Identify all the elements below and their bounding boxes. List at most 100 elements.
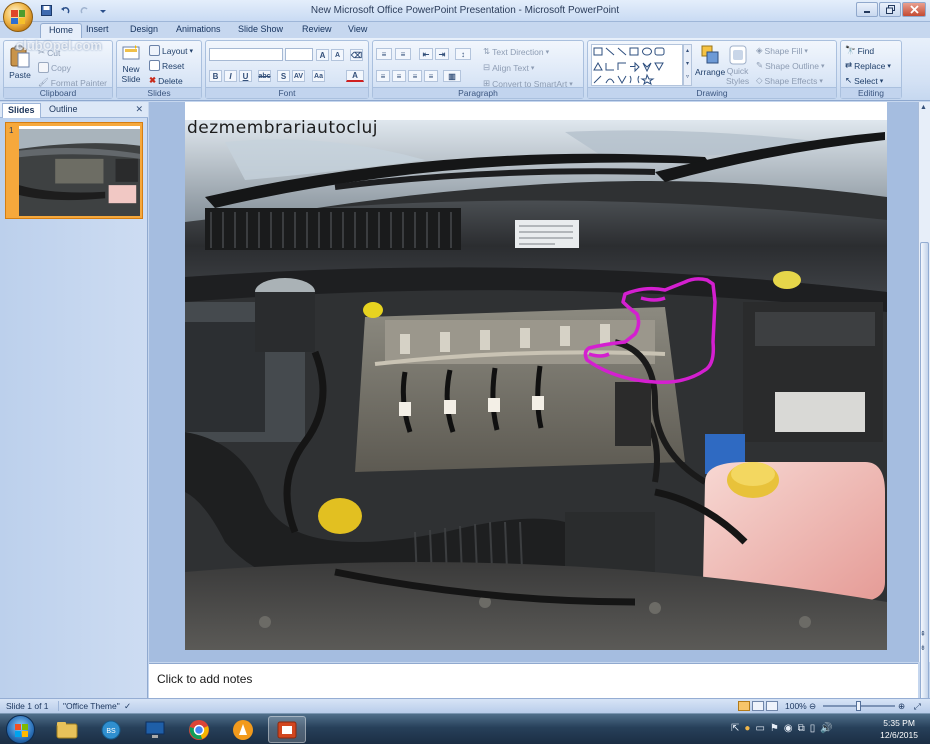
explorer-taskbar-icon[interactable] — [48, 716, 86, 743]
battery-tray-icon[interactable]: ▯ — [810, 723, 816, 734]
powerpoint-taskbar-icon[interactable] — [268, 716, 306, 743]
reset-icon — [149, 60, 160, 71]
display-tray-icon[interactable]: ▭ — [755, 723, 764, 734]
reset-label: Reset — [162, 60, 185, 71]
media-taskbar-icon[interactable]: BS — [92, 716, 130, 743]
antivirus-tray-icon[interactable]: ● — [744, 723, 750, 734]
zoom-slider[interactable] — [823, 701, 895, 711]
layout-label: Layout — [162, 45, 188, 56]
vlc-taskbar-icon[interactable] — [224, 716, 262, 743]
scroll-up-icon[interactable]: ▲ — [920, 104, 927, 111]
shape-outline-button[interactable]: ✎ Shape Outline ▾ — [756, 60, 825, 71]
tab-view[interactable]: View — [340, 23, 375, 38]
close-pane-icon[interactable]: ✕ — [135, 104, 143, 115]
start-button[interactable] — [6, 715, 35, 744]
theme-status[interactable]: "Office Theme" — [58, 701, 120, 711]
prev-slide-icon[interactable]: ⇞ — [920, 630, 926, 638]
align-right-button[interactable]: ≡ — [408, 70, 422, 82]
slide-caption[interactable]: dezmembrariautocluj — [187, 118, 378, 138]
windows-taskbar: BS ⇱ ● ▭ ⚑ ◉ ⧉ ▯ 🔊 5:35 PM 12/6/2015 — [0, 713, 930, 744]
decrease-indent-button[interactable]: ⇤ — [419, 48, 433, 60]
replace-button[interactable]: ⇄ Replace ▾ — [845, 60, 891, 71]
shape-outline-label: Shape Outline — [765, 60, 819, 71]
monitor-tray-icon[interactable]: ⧉ — [798, 723, 805, 734]
new-slide-button[interactable]: New Slide — [120, 44, 142, 84]
remote-desktop-taskbar-icon[interactable] — [136, 716, 174, 743]
align-center-button[interactable]: ≡ — [392, 70, 406, 82]
tab-review[interactable]: Review — [294, 23, 340, 38]
justify-button[interactable]: ≡ — [424, 70, 438, 82]
shapes-scroll[interactable]: ▴ ▾ ▿ — [683, 44, 692, 86]
tab-slides[interactable]: Slides — [2, 103, 41, 118]
slide-canvas[interactable]: dezmembrariautocluj — [185, 102, 887, 650]
spelling-check-icon[interactable]: ✓ — [124, 701, 131, 712]
columns-button[interactable]: ▥ — [443, 70, 461, 82]
align-left-button[interactable]: ≡ — [376, 70, 390, 82]
reset-button[interactable]: Reset — [149, 60, 184, 71]
line-spacing-button[interactable]: ↕ — [455, 48, 471, 60]
tab-animations[interactable]: Animations — [168, 23, 229, 38]
change-case-button[interactable]: Aa — [312, 70, 325, 82]
shrink-font-button[interactable]: A — [331, 49, 344, 61]
underline-button[interactable]: U — [239, 70, 252, 82]
numbering-button[interactable]: ≡ — [395, 48, 411, 60]
slide-thumbnail-1[interactable]: 1 — [5, 122, 143, 219]
replace-label: Replace — [854, 60, 886, 71]
system-clock[interactable]: 5:35 PM 12/6/2015 — [880, 717, 918, 741]
italic-button[interactable]: I — [224, 70, 237, 82]
shapes-gallery[interactable] — [591, 44, 683, 86]
clear-formatting-button[interactable]: ⌫ — [350, 49, 363, 61]
zoom-level[interactable]: 100% — [785, 701, 807, 711]
strikethrough-button[interactable]: abc — [258, 70, 271, 82]
font-size-box[interactable] — [285, 48, 313, 61]
slide-scrollbar[interactable]: ▲ ⇞ ⇟ — [918, 102, 930, 702]
normal-view-icon[interactable] — [738, 701, 750, 711]
slide-count-status: Slide 1 of 1 — [6, 701, 49, 711]
increase-indent-button[interactable]: ⇥ — [435, 48, 449, 60]
clipboard-group-label: Clipboard — [4, 87, 112, 98]
zoom-in-icon[interactable]: ⊕ — [898, 701, 905, 712]
next-slide-icon[interactable]: ⇟ — [920, 644, 926, 652]
character-spacing-button[interactable]: AV — [292, 70, 305, 82]
restore-button[interactable] — [879, 2, 901, 17]
quick-styles-button[interactable]: Quick Styles — [726, 44, 749, 86]
new-slide-label-2: Slide — [121, 74, 141, 84]
tab-insert[interactable]: Insert — [78, 23, 117, 38]
arrow-tray-icon[interactable]: ⇱ — [731, 723, 739, 734]
close-button[interactable] — [902, 2, 926, 17]
layout-button[interactable]: Layout ▾ — [149, 45, 193, 56]
bullets-button[interactable]: ≡ — [376, 48, 392, 60]
select-button[interactable]: ↖ Select ▾ — [845, 75, 883, 86]
office-button[interactable] — [3, 2, 33, 32]
tab-design[interactable]: Design — [122, 23, 166, 38]
shape-fill-button[interactable]: ◈ Shape Fill ▾ — [756, 45, 808, 56]
font-name-box[interactable] — [209, 48, 283, 61]
grow-font-button[interactable]: A — [316, 49, 329, 61]
network-tray-icon[interactable]: ◉ — [784, 723, 793, 734]
tab-slide-show[interactable]: Slide Show — [230, 23, 291, 38]
zoom-out-icon[interactable]: ⊖ — [809, 701, 816, 712]
find-button[interactable]: 🔭 Find — [845, 45, 874, 56]
chrome-taskbar-icon[interactable] — [180, 716, 218, 743]
tab-home[interactable]: Home — [40, 23, 83, 38]
fit-to-window-icon[interactable]: ⤢ — [914, 701, 921, 712]
slide-show-view-icon[interactable] — [766, 701, 778, 711]
shadow-button[interactable]: S — [277, 70, 290, 82]
minimize-button[interactable] — [856, 2, 878, 17]
window-title: New Microsoft Office PowerPoint Presenta… — [310, 5, 620, 16]
copy-button[interactable]: Copy — [38, 62, 71, 73]
slide-sorter-icon[interactable] — [752, 701, 764, 711]
tab-outline[interactable]: Outline — [44, 103, 83, 118]
shape-effects-button[interactable]: ◇ Shape Effects ▾ — [756, 75, 823, 86]
volume-tray-icon[interactable]: 🔊 — [820, 723, 832, 734]
bold-button[interactable]: B — [209, 70, 222, 82]
text-direction-button[interactable]: ⇅ Text Direction ▾ — [483, 46, 549, 57]
zoom-slider-thumb[interactable] — [856, 701, 861, 711]
flag-tray-icon[interactable]: ⚑ — [770, 723, 779, 734]
align-text-button[interactable]: ⊟ Align Text ▾ — [483, 62, 534, 73]
notes-pane[interactable]: Click to add notes — [149, 663, 918, 698]
delete-slide-button[interactable]: ✖ Delete — [149, 75, 183, 86]
font-color-button[interactable]: A — [346, 70, 364, 82]
arrange-button[interactable]: Arrange — [695, 44, 725, 77]
quick-styles-label-1: Quick — [726, 66, 749, 76]
